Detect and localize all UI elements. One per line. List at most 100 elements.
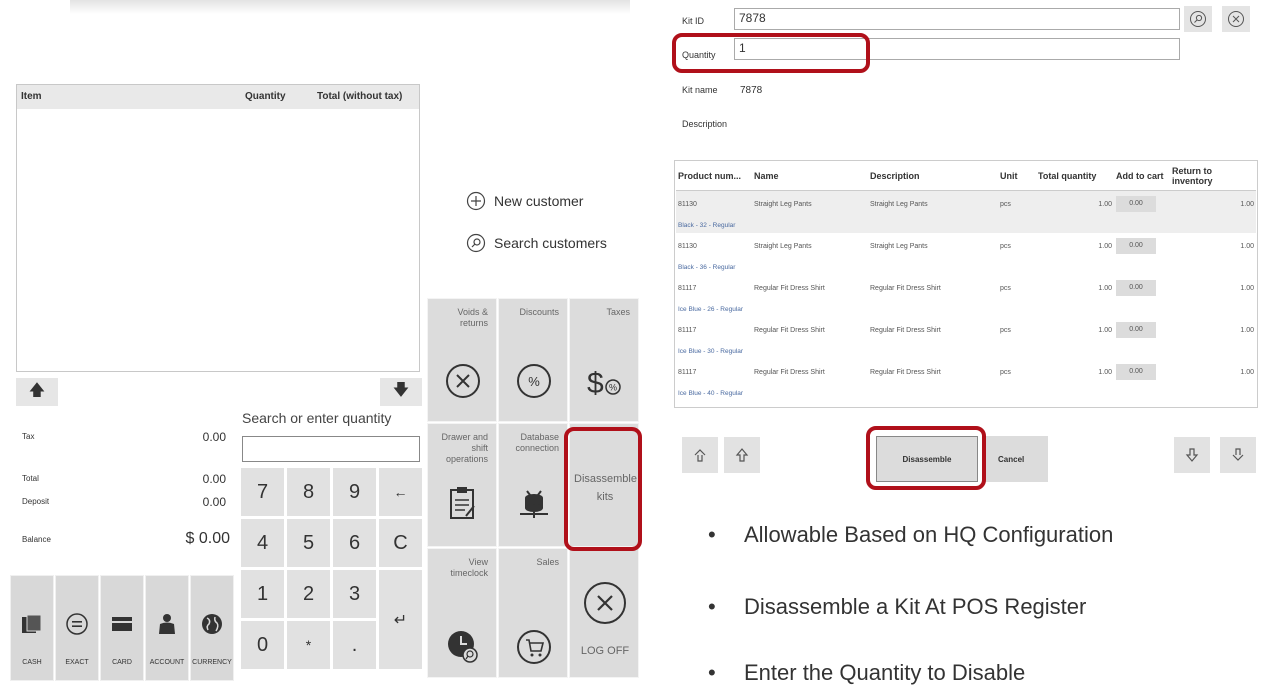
add-to-cart-input[interactable]: 0.00 bbox=[1116, 196, 1156, 212]
scroll-last-button[interactable] bbox=[1220, 437, 1256, 473]
pay-cash-button[interactable]: CASH bbox=[10, 575, 54, 681]
th-product[interactable]: Product num... bbox=[676, 162, 752, 191]
add-to-cart-input[interactable]: 0.00 bbox=[1116, 364, 1156, 380]
key-5[interactable]: 5 bbox=[286, 518, 331, 568]
key-9[interactable]: 9 bbox=[332, 467, 377, 517]
table-row[interactable]: 81117 Regular Fit Dress Shirt Regular Fi… bbox=[676, 275, 1256, 301]
pay-card-button[interactable]: CARD bbox=[100, 575, 144, 681]
search-label: Search or enter quantity bbox=[242, 410, 392, 426]
add-to-cart-input[interactable]: 0.00 bbox=[1116, 322, 1156, 338]
pay-currency-button[interactable]: CURRENCY bbox=[190, 575, 234, 681]
cancel-button[interactable]: Cancel bbox=[982, 436, 1048, 482]
kit-components-table: Product num... Name Description Unit Tot… bbox=[676, 162, 1256, 401]
log-off-tile[interactable]: LOG OFF bbox=[569, 548, 639, 678]
close-icon bbox=[1228, 11, 1244, 27]
th-return-inventory[interactable]: Return to inventory bbox=[1170, 162, 1256, 191]
table-row[interactable]: 81130 Straight Leg Pants Straight Leg Pa… bbox=[676, 233, 1256, 259]
view-timeclock-tile[interactable]: View timeclock bbox=[427, 548, 497, 678]
key-enter[interactable]: ↵ bbox=[378, 569, 423, 670]
table-row[interactable]: 81130 Straight Leg Pants Straight Leg Pa… bbox=[676, 190, 1256, 218]
tax-label: Tax bbox=[22, 432, 35, 441]
cell-cart[interactable]: 0.00 bbox=[1114, 317, 1170, 343]
scroll-down-table-button[interactable] bbox=[1174, 437, 1210, 473]
add-to-cart-input[interactable]: 0.00 bbox=[1116, 280, 1156, 296]
key-4[interactable]: 4 bbox=[240, 518, 285, 568]
cell-cart[interactable]: 0.00 bbox=[1114, 191, 1170, 218]
key-clear[interactable]: C bbox=[378, 518, 423, 568]
cell-description: Straight Leg Pants bbox=[870, 242, 928, 250]
search-customers-label: Search customers bbox=[494, 235, 607, 251]
kit-search-button[interactable] bbox=[1184, 6, 1212, 32]
taxes-tile[interactable]: Taxes $% bbox=[569, 298, 639, 422]
new-customer-link[interactable]: New customer bbox=[466, 190, 583, 212]
drawer-shift-tile[interactable]: Drawer and shift operations bbox=[427, 423, 497, 547]
clipboard-icon bbox=[450, 487, 475, 519]
variant-row: Ice Blue - 30 - Regular bbox=[676, 343, 1256, 359]
cell-return: 1.00 bbox=[1240, 242, 1254, 250]
taxes-label: Taxes bbox=[606, 307, 630, 317]
cell-unit: pcs bbox=[1000, 242, 1011, 250]
th-description[interactable]: Description bbox=[868, 162, 998, 191]
variant-label: Ice Blue - 30 - Regular bbox=[678, 347, 744, 355]
cell-name: Straight Leg Pants bbox=[754, 242, 812, 250]
th-total-quantity[interactable]: Total quantity bbox=[1036, 162, 1114, 191]
cell-unit: pcs bbox=[1000, 368, 1011, 376]
voids-returns-label: Voids & returns bbox=[457, 307, 488, 328]
bullet-dot: • bbox=[708, 522, 716, 547]
scroll-down-button[interactable]: 🡇 bbox=[380, 378, 422, 406]
th-name[interactable]: Name bbox=[752, 162, 868, 191]
voids-returns-tile[interactable]: Voids & returns bbox=[427, 298, 497, 422]
th-add-to-cart[interactable]: Add to cart bbox=[1114, 162, 1170, 191]
plus-circle-icon bbox=[466, 191, 486, 211]
bullet-item: • Disassemble a Kit At POS Register bbox=[708, 594, 1086, 620]
key-2[interactable]: 2 bbox=[286, 569, 331, 619]
key-6[interactable]: 6 bbox=[332, 518, 377, 568]
table-row[interactable]: 81117 Regular Fit Dress Shirt Regular Fi… bbox=[676, 317, 1256, 343]
cell-name: Straight Leg Pants bbox=[754, 200, 812, 208]
cell-unit: pcs bbox=[1000, 200, 1011, 208]
disassemble-kits-highlight bbox=[564, 427, 642, 551]
arrow-down-icon bbox=[1185, 448, 1199, 462]
kit-table-header: Product num... Name Description Unit Tot… bbox=[676, 162, 1256, 191]
pay-currency-label: CURRENCY bbox=[192, 659, 232, 666]
key-3[interactable]: 3 bbox=[332, 569, 377, 619]
close-circle-icon bbox=[584, 582, 626, 624]
cell-product: 81130 bbox=[678, 242, 697, 250]
key-decimal[interactable]: . bbox=[332, 620, 377, 670]
scroll-up-table-button[interactable] bbox=[724, 437, 760, 473]
kit-id-field[interactable]: 7878 bbox=[734, 8, 1180, 30]
total-value: 0.00 bbox=[202, 472, 226, 486]
key-asterisk[interactable]: * bbox=[286, 620, 331, 670]
add-to-cart-input[interactable]: 0.00 bbox=[1116, 238, 1156, 254]
key-0[interactable]: 0 bbox=[240, 620, 285, 670]
cell-unit: pcs bbox=[1000, 326, 1011, 334]
key-7[interactable]: 7 bbox=[240, 467, 285, 517]
th-unit[interactable]: Unit bbox=[998, 162, 1036, 191]
key-backspace[interactable]: ← bbox=[378, 467, 423, 517]
scroll-first-button[interactable] bbox=[682, 437, 718, 473]
cell-return: 1.00 bbox=[1240, 368, 1254, 376]
table-row[interactable]: 81117 Regular Fit Dress Shirt Regular Fi… bbox=[676, 359, 1256, 385]
cart-list[interactable]: Item Quantity Total (without tax) bbox=[16, 84, 420, 372]
cell-cart[interactable]: 0.00 bbox=[1114, 359, 1170, 385]
pay-exact-button[interactable]: EXACT bbox=[55, 575, 99, 681]
svg-text:%: % bbox=[609, 383, 617, 393]
pay-account-button[interactable]: ACCOUNT bbox=[145, 575, 189, 681]
database-connection-tile[interactable]: Database connection bbox=[498, 423, 568, 547]
key-8[interactable]: 8 bbox=[286, 467, 331, 517]
scroll-up-button[interactable]: 🡅 bbox=[16, 378, 58, 406]
search-input[interactable] bbox=[242, 436, 420, 462]
description-label: Description bbox=[682, 119, 728, 129]
kit-clear-button[interactable] bbox=[1222, 6, 1250, 32]
search-customers-link[interactable]: Search customers bbox=[466, 232, 607, 254]
pay-account-label: ACCOUNT bbox=[149, 659, 185, 666]
cell-cart[interactable]: 0.00 bbox=[1114, 275, 1170, 301]
cell-return: 1.00 bbox=[1240, 326, 1254, 334]
discounts-tile[interactable]: Discounts % bbox=[498, 298, 568, 422]
cell-cart[interactable]: 0.00 bbox=[1114, 233, 1170, 259]
cell-unit: pcs bbox=[1000, 284, 1011, 292]
col-item: Item bbox=[21, 91, 42, 102]
sales-tile[interactable]: Sales bbox=[498, 548, 568, 678]
key-1[interactable]: 1 bbox=[240, 569, 285, 619]
svg-text:$: $ bbox=[587, 367, 604, 399]
